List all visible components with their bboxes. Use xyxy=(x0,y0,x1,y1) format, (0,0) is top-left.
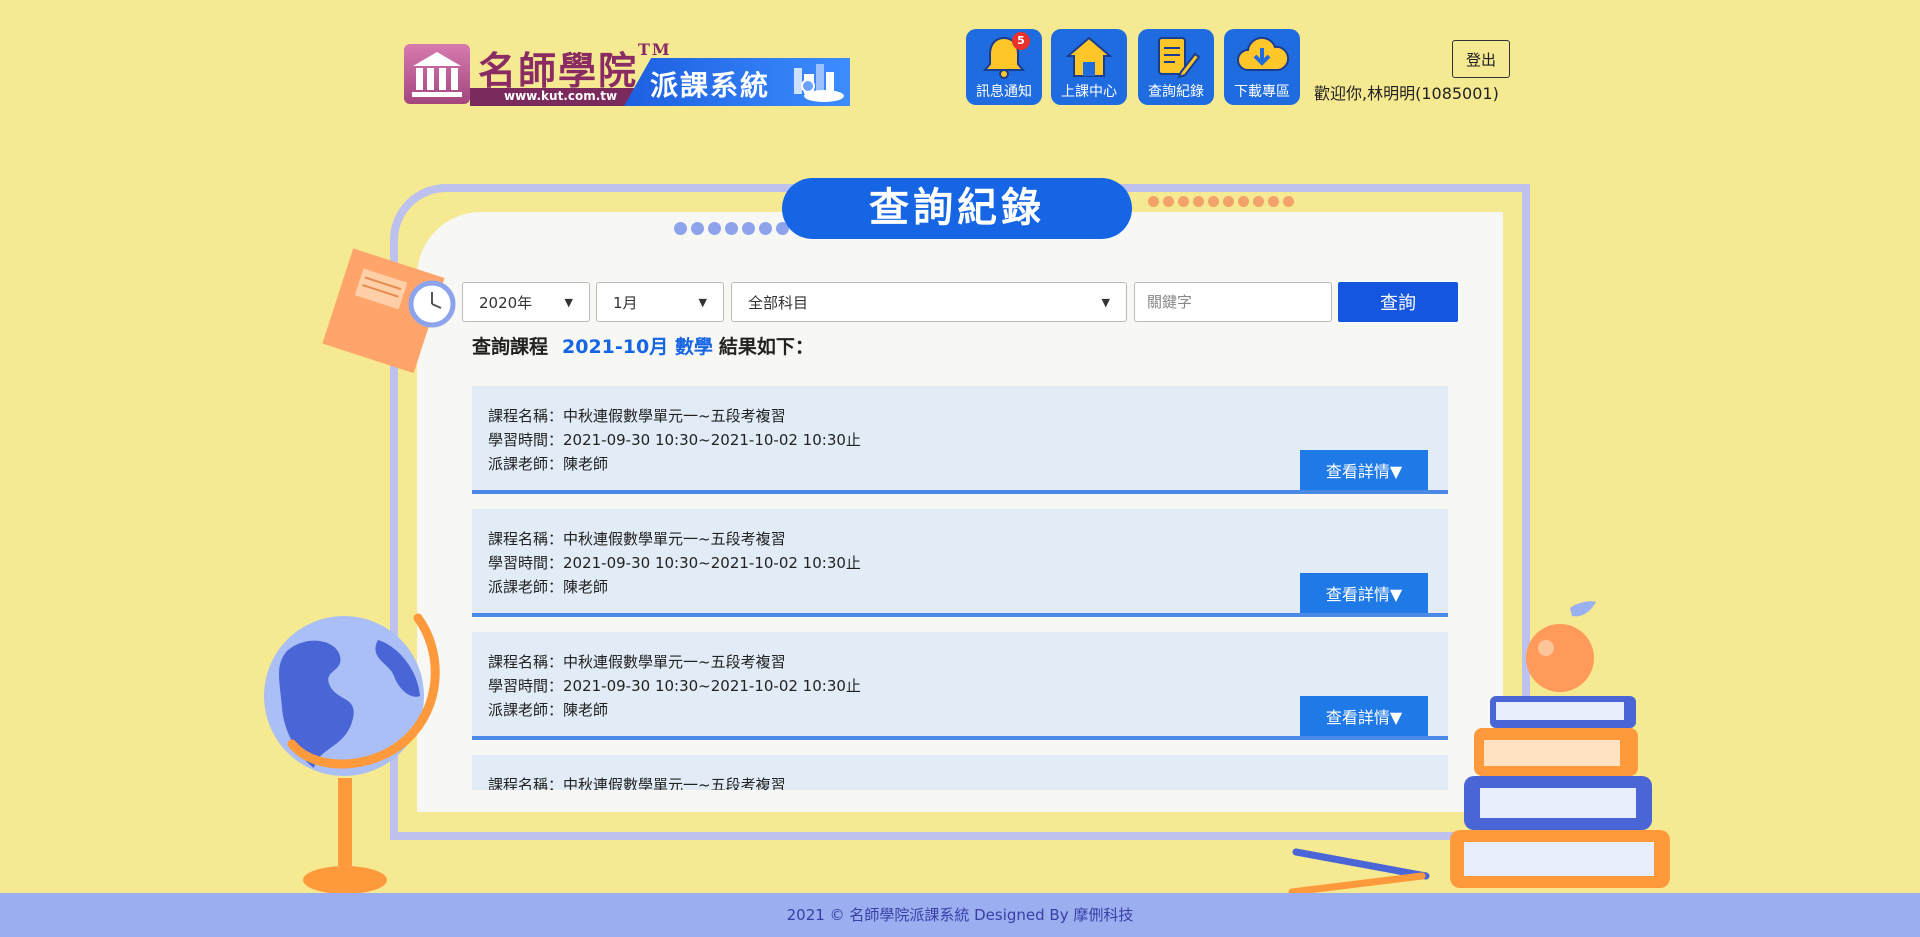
books-apple-icon xyxy=(1450,601,1670,888)
decorative-dots xyxy=(1148,196,1294,207)
cloud-download-icon xyxy=(1237,36,1290,71)
results-list[interactable]: 課程名稱：中秋連假數學單元一~五段考複習 學習時間：2021-09-30 10:… xyxy=(472,386,1448,790)
site-logo[interactable]: 名師學院TM www.kut.com.tw 派課系統 xyxy=(404,40,850,108)
view-details-button[interactable]: 查看詳情▼ xyxy=(1300,450,1428,490)
chevron-down-icon: ▼ xyxy=(698,295,707,309)
welcome-text: 歡迎你,林明明(1085001) xyxy=(1314,84,1499,103)
nav-download-area-button[interactable]: 下載專區 xyxy=(1224,29,1300,105)
house-icon xyxy=(1065,36,1113,77)
course-time: 學習時間：2021-09-30 10:30~2021-10-02 10:30止 xyxy=(488,554,861,572)
page-title: 查詢紀錄 xyxy=(782,178,1132,239)
course-name: 課程名稱：中秋連假數學單元一~五段考複習 xyxy=(488,653,786,671)
nav-notifications-button[interactable]: 5 訊息通知 xyxy=(966,29,1042,105)
pencils-icon xyxy=(1288,848,1430,896)
nav-query-records-button[interactable]: 查詢紀錄 xyxy=(1138,29,1214,105)
city-cloud-icon xyxy=(794,64,844,102)
query-highlight: 2021-10月 數學 xyxy=(562,336,713,358)
footer: 2021 © 名師學院派課系統 Designed By 摩侀科技 xyxy=(0,893,1920,937)
query-summary: 查詢課程 2021-10月 數學 結果如下： xyxy=(472,336,814,358)
list-item: 課程名稱：中秋連假數學單元一~五段考複習 學習時間：2021-09-30 10:… xyxy=(472,632,1448,740)
subject-select[interactable]: 全部科目 ▼ xyxy=(731,282,1127,322)
building-emblem-icon xyxy=(404,44,470,104)
list-item: 課程名稱：中秋連假數學單元一~五段考複習 學習時間：2021-09-30 10:… xyxy=(472,509,1448,617)
logout-button[interactable]: 登出 xyxy=(1452,40,1510,78)
notification-count-badge: 5 xyxy=(1012,32,1030,50)
course-name: 課程名稱：中秋連假數學單元一~五段考複習 xyxy=(488,407,786,425)
footer-text: 2021 © 名師學院派課系統 Designed By 摩侀科技 xyxy=(786,906,1134,924)
logo-trademark: TM xyxy=(638,40,672,59)
keyword-input[interactable] xyxy=(1134,282,1332,322)
course-time: 學習時間：2021-09-30 10:30~2021-10-02 10:30止 xyxy=(488,677,861,695)
course-name: 課程名稱：中秋連假數學單元一~五段考複習 xyxy=(488,776,786,790)
chevron-down-icon: ▼ xyxy=(1101,295,1110,309)
course-time: 學習時間：2021-09-30 10:30~2021-10-02 10:30止 xyxy=(488,431,861,449)
logo-system-name: 派課系統 xyxy=(650,69,771,102)
course-name: 課程名稱：中秋連假數學單元一~五段考複習 xyxy=(488,530,786,548)
month-select[interactable]: 1月 ▼ xyxy=(596,282,724,322)
list-item: 課程名稱：中秋連假數學單元一~五段考複習 學習時間：2021-09-30 10:… xyxy=(472,386,1448,494)
sticky-note-clock-icon xyxy=(322,248,456,374)
year-select[interactable]: 2020年 ▼ xyxy=(462,282,590,322)
logo-url: www.kut.com.tw xyxy=(504,89,618,103)
list-item: 課程名稱：中秋連假數學單元一~五段考複習 xyxy=(472,755,1448,790)
view-details-button[interactable]: 查看詳情▼ xyxy=(1300,573,1428,613)
search-button[interactable]: 查詢 xyxy=(1338,282,1458,322)
chevron-down-icon: ▼ xyxy=(564,295,573,309)
globe-icon xyxy=(264,613,440,894)
nav-class-center-button[interactable]: 上課中心 xyxy=(1051,29,1127,105)
document-pencil-icon xyxy=(1158,37,1201,79)
view-details-button[interactable]: 查看詳情▼ xyxy=(1300,696,1428,736)
